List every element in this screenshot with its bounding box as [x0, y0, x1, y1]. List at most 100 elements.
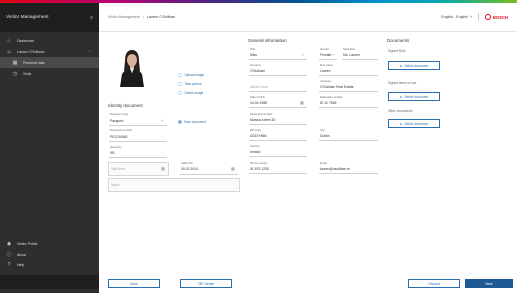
country-field[interactable]: Ireland — [250, 150, 260, 154]
surname-field[interactable]: O'Sullivan — [250, 69, 265, 73]
first-name-field[interactable]: Lauren — [320, 69, 331, 73]
select-document-label: Select document — [404, 63, 429, 68]
field-underline — [249, 91, 307, 92]
documents-section-title: Documents — [387, 38, 410, 43]
delete-button[interactable]: ⌫ Delete — [180, 279, 232, 288]
bosch-armature-icon — [484, 14, 491, 20]
company-label: Company — [320, 80, 332, 83]
breadcrumb-current: Lauren O'Sullivan — [146, 15, 176, 19]
language-value: English - English — [441, 15, 468, 19]
salutation-label: Salutation — [343, 48, 355, 51]
select-document-other-button[interactable]: ⊕ Select document — [388, 119, 440, 128]
field-underline — [249, 140, 307, 141]
calendar-icon[interactable]: ▦ — [161, 166, 165, 171]
clock-icon: ◷ — [12, 70, 18, 77]
calendar-icon[interactable]: ▦ — [231, 166, 235, 171]
sidebar-item-about[interactable]: ⓘ About — [0, 250, 99, 261]
profile-icon: ◉ — [6, 241, 12, 248]
sidebar-item-label: Personal data — [23, 60, 45, 65]
field-underline — [180, 174, 238, 175]
field-underline — [249, 173, 307, 174]
scan-document-label: Scan document — [183, 119, 206, 124]
sidebar-bottom: ◉ Visitor Profile ⓘ About ? Help — [0, 239, 99, 289]
notes-placeholder: Notes — [111, 183, 120, 187]
middle-name-field[interactable]: Middle name — [250, 85, 268, 89]
gender-select[interactable]: Female — [320, 53, 331, 57]
language-select[interactable]: English - English ˅ — [441, 15, 472, 19]
divider — [478, 13, 479, 21]
notes-field[interactable] — [108, 178, 240, 192]
sidebar-item-personal-data[interactable]: ▦ Personal data — [0, 57, 99, 68]
sidebar-item-visitor-profile[interactable]: ◉ Visitor Profile — [0, 239, 99, 250]
select-document-nda-button[interactable]: ⊕ Select document — [388, 61, 440, 70]
city-field[interactable]: Dublin — [320, 134, 330, 138]
city-label: City — [320, 129, 325, 132]
field-underline — [342, 59, 378, 60]
title-select[interactable]: Miss — [250, 53, 257, 57]
phone-label: Phone number — [250, 162, 268, 165]
bottom-action-bar: Back ⌫ Delete Discard Next — [99, 264, 517, 293]
discard-button[interactable]: Discard — [408, 279, 460, 288]
field-underline — [109, 157, 167, 158]
delete-image-link[interactable]: ◯ Delete image — [178, 90, 203, 95]
collapse-sidebar-icon[interactable]: ≡ — [90, 15, 93, 21]
street-field[interactable]: Marcus street 30 — [250, 118, 275, 122]
document-type-select[interactable]: Passport — [110, 119, 123, 123]
bosch-logo: BOSCH — [484, 14, 508, 20]
field-underline — [249, 75, 307, 76]
salutation-field[interactable]: Ms. Lauren — [343, 53, 360, 57]
chevron-down-icon: ˅ — [469, 15, 473, 19]
next-button-label: Next — [485, 281, 493, 286]
sidebar-item-help[interactable]: ? Help — [0, 260, 99, 271]
document-number-field[interactable]: P01234560 — [110, 135, 127, 139]
field-underline — [319, 91, 378, 92]
scan-document-link[interactable]: ▦ Scan document — [178, 119, 206, 124]
help-icon: ? — [7, 262, 11, 269]
back-button[interactable]: Back — [108, 279, 160, 288]
field-underline — [319, 173, 378, 174]
valid-until-field[interactable]: 09.02.2024 — [181, 167, 198, 171]
nationality-number-field[interactable]: IE 12 7548 — [320, 101, 336, 105]
breadcrumb-parent[interactable]: Visitor Management — [108, 15, 140, 19]
delete-icon: ◯ — [178, 90, 183, 95]
surname-label: Surname — [250, 64, 261, 67]
field-underline — [249, 107, 307, 108]
field-underline — [249, 124, 307, 125]
zip-code-field[interactable]: D02XY866 — [250, 134, 266, 138]
upload-icon: ◯ — [178, 72, 183, 77]
issued-by-field[interactable]: IRL — [110, 151, 115, 155]
next-button[interactable]: Next — [465, 279, 513, 288]
gender-label: Gender — [320, 48, 329, 51]
sidebar-item-visits[interactable]: ◷ Visits — [0, 68, 99, 79]
trash-icon: ⌫ — [197, 281, 203, 286]
sidebar: Visitor Management ≡ ⌂ Dashboard ☺ Laure… — [0, 3, 99, 293]
date-of-birth-field[interactable]: 04.04.1988 — [250, 101, 267, 105]
scan-icon: ▦ — [178, 119, 182, 124]
take-picture-link[interactable]: ◯ Take picture — [178, 81, 202, 86]
signed-nda-label: Signed NDA — [388, 49, 406, 53]
sidebar-item-label: Visits — [23, 71, 32, 76]
identity-section-title: Identity document — [108, 103, 143, 108]
other-documents-label: Other documents — [388, 109, 413, 113]
sidebar-item-label: Lauren O'Sullivan — [17, 49, 45, 54]
calendar-icon[interactable]: ▦ — [300, 100, 304, 105]
field-underline — [249, 156, 307, 157]
document-number-label: Document number — [110, 129, 133, 132]
upload-image-link[interactable]: ◯ Upload image — [178, 72, 204, 77]
delete-button-label: Delete — [204, 281, 215, 286]
sidebar-item-visitor[interactable]: ☺ Lauren O'Sullivan ⌃ — [0, 46, 99, 57]
user-icon: ☺ — [6, 48, 12, 55]
back-button-label: Back — [130, 281, 138, 286]
sidebar-item-label: About — [17, 252, 27, 257]
sidebar-header: Visitor Management ≡ — [0, 3, 99, 32]
email-field[interactable]: lauren@osullivan.ie — [320, 167, 350, 171]
sidebar-item-dashboard[interactable]: ⌂ Dashboard — [0, 35, 99, 46]
issued-by-label: Issued by — [110, 146, 122, 149]
breadcrumb: Visitor Management / Lauren O'Sullivan — [108, 15, 175, 19]
valid-from-placeholder: Valid from — [111, 167, 126, 171]
select-document-terms-button[interactable]: ⊕ Select document — [388, 92, 440, 101]
nationality-number-label: Nationality number — [320, 96, 343, 99]
phone-field[interactable]: 01 879 1230 — [250, 167, 269, 171]
company-field[interactable]: O'Sullivan Real Estate — [320, 85, 354, 89]
general-section-title: General information — [248, 38, 287, 43]
